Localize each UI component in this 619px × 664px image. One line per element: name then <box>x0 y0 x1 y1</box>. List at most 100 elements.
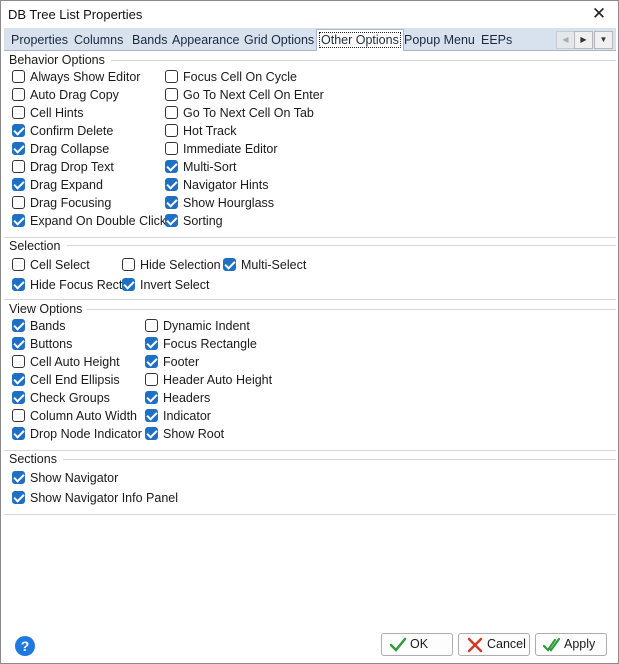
checkbox-auto-drag-copy[interactable]: Auto Drag Copy <box>12 87 119 103</box>
checkbox-unchecked-icon[interactable] <box>122 258 135 271</box>
checkbox-drag-focusing[interactable]: Drag Focusing <box>12 195 111 211</box>
checkbox-checked-icon[interactable] <box>12 373 25 386</box>
checkbox-checked-icon[interactable] <box>165 178 178 191</box>
checkbox-multi-select[interactable]: Multi-Select <box>223 257 306 273</box>
checkbox-checked-icon[interactable] <box>145 391 158 404</box>
checkbox-unchecked-icon[interactable] <box>165 142 178 155</box>
checkbox-unchecked-icon[interactable] <box>12 409 25 422</box>
tab-bands[interactable]: Bands <box>132 31 167 50</box>
checkbox-hide-selection[interactable]: Hide Selection <box>122 257 221 273</box>
checkbox-label: Drag Expand <box>30 178 103 192</box>
cancel-button[interactable]: Cancel <box>458 633 530 656</box>
checkbox-show-hourglass[interactable]: Show Hourglass <box>165 195 274 211</box>
checkbox-dynamic-indent[interactable]: Dynamic Indent <box>145 318 250 334</box>
checkbox-unchecked-icon[interactable] <box>12 70 25 83</box>
checkbox-drag-expand[interactable]: Drag Expand <box>12 177 103 193</box>
checkbox-checked-icon[interactable] <box>12 124 25 137</box>
checkbox-indicator[interactable]: Indicator <box>145 408 211 424</box>
checkbox-go-to-next-cell-on-enter[interactable]: Go To Next Cell On Enter <box>165 87 324 103</box>
checkbox-unchecked-icon[interactable] <box>12 160 25 173</box>
checkbox-always-show-editor[interactable]: Always Show Editor <box>12 69 140 85</box>
checkbox-checked-icon[interactable] <box>12 214 25 227</box>
checkbox-cell-end-ellipsis[interactable]: Cell End Ellipsis <box>12 372 120 388</box>
checkbox-show-navigator-info-panel[interactable]: Show Navigator Info Panel <box>12 490 178 506</box>
tab-eeps[interactable]: EEPs <box>481 31 512 50</box>
checkbox-checked-icon[interactable] <box>145 409 158 422</box>
checkbox-header-auto-height[interactable]: Header Auto Height <box>145 372 272 388</box>
checkbox-unchecked-icon[interactable] <box>145 319 158 332</box>
checkbox-drag-collapse[interactable]: Drag Collapse <box>12 141 109 157</box>
checkbox-sorting[interactable]: Sorting <box>165 213 223 229</box>
checkbox-column-auto-width[interactable]: Column Auto Width <box>12 408 137 424</box>
checkbox-invert-select[interactable]: Invert Select <box>122 277 209 293</box>
checkbox-checked-icon[interactable] <box>165 160 178 173</box>
checkbox-unchecked-icon[interactable] <box>165 106 178 119</box>
apply-button[interactable]: Apply <box>535 633 607 656</box>
checkbox-checked-icon[interactable] <box>145 355 158 368</box>
checkbox-unchecked-icon[interactable] <box>165 88 178 101</box>
checkbox-hot-track[interactable]: Hot Track <box>165 123 237 139</box>
checkbox-drop-node-indicator[interactable]: Drop Node Indicator <box>12 426 142 442</box>
checkbox-checked-icon[interactable] <box>12 178 25 191</box>
checkbox-drag-drop-text[interactable]: Drag Drop Text <box>12 159 114 175</box>
checkbox-checked-icon[interactable] <box>12 142 25 155</box>
checkbox-immediate-editor[interactable]: Immediate Editor <box>165 141 277 157</box>
checkbox-buttons[interactable]: Buttons <box>12 336 72 352</box>
checkbox-checked-icon[interactable] <box>122 278 135 291</box>
checkbox-label: Hot Track <box>183 124 237 138</box>
tab-popup-menu[interactable]: Popup Menu <box>404 31 475 50</box>
checkbox-label: Indicator <box>163 409 211 423</box>
checkbox-multi-sort[interactable]: Multi-Sort <box>165 159 236 175</box>
checkbox-unchecked-icon[interactable] <box>165 70 178 83</box>
close-icon[interactable]: ✕ <box>588 4 610 24</box>
checkbox-checked-icon[interactable] <box>12 491 25 504</box>
tab-grid-options[interactable]: Grid Options <box>244 31 314 50</box>
tab-list-menu-icon[interactable]: ▼ <box>594 31 613 49</box>
checkbox-bands[interactable]: Bands <box>12 318 65 334</box>
checkbox-unchecked-icon[interactable] <box>12 355 25 368</box>
checkbox-checked-icon[interactable] <box>145 337 158 350</box>
checkbox-unchecked-icon[interactable] <box>12 106 25 119</box>
checkbox-checked-icon[interactable] <box>223 258 236 271</box>
ok-button[interactable]: OK <box>381 633 453 656</box>
checkbox-show-root[interactable]: Show Root <box>145 426 224 442</box>
tab-appearance[interactable]: Appearance <box>172 31 239 50</box>
checkbox-unchecked-icon[interactable] <box>165 124 178 137</box>
checkbox-expand-on-double-click[interactable]: Expand On Double Click <box>12 213 166 229</box>
checkbox-unchecked-icon[interactable] <box>12 196 25 209</box>
help-icon[interactable]: ? <box>15 636 35 656</box>
checkbox-headers[interactable]: Headers <box>145 390 210 406</box>
checkbox-label: Show Navigator <box>30 471 119 485</box>
checkbox-cell-hints[interactable]: Cell Hints <box>12 105 84 121</box>
checkbox-checked-icon[interactable] <box>12 337 25 350</box>
checkbox-unchecked-icon[interactable] <box>12 88 25 101</box>
tab-columns[interactable]: Columns <box>74 31 123 50</box>
checkbox-checked-icon[interactable] <box>12 391 25 404</box>
checkbox-confirm-delete[interactable]: Confirm Delete <box>12 123 113 139</box>
checkbox-checked-icon[interactable] <box>12 471 25 484</box>
checkbox-unchecked-icon[interactable] <box>145 373 158 386</box>
checkbox-checked-icon[interactable] <box>165 214 178 227</box>
tab-scroll-right-icon[interactable]: ▶ <box>574 31 593 49</box>
tab-other-options[interactable]: Other Options <box>316 29 404 51</box>
checkbox-navigator-hints[interactable]: Navigator Hints <box>165 177 268 193</box>
checkbox-checked-icon[interactable] <box>12 278 25 291</box>
checkbox-checked-icon[interactable] <box>145 427 158 440</box>
checkbox-focus-cell-on-cycle[interactable]: Focus Cell On Cycle <box>165 69 297 85</box>
checkbox-checked-icon[interactable] <box>165 196 178 209</box>
checkbox-hide-focus-rect[interactable]: Hide Focus Rect <box>12 277 122 293</box>
checkbox-checked-icon[interactable] <box>12 427 25 440</box>
checkbox-go-to-next-cell-on-tab[interactable]: Go To Next Cell On Tab <box>165 105 314 121</box>
checkbox-footer[interactable]: Footer <box>145 354 199 370</box>
checkbox-unchecked-icon[interactable] <box>12 258 25 271</box>
checkbox-focus-rectangle[interactable]: Focus Rectangle <box>145 336 257 352</box>
checkbox-cell-auto-height[interactable]: Cell Auto Height <box>12 354 120 370</box>
checkbox-checked-icon[interactable] <box>12 319 25 332</box>
tab-properties[interactable]: Properties <box>11 31 68 50</box>
check-icon <box>389 637 407 652</box>
tab-scroll-left-icon[interactable]: ◀ <box>556 31 575 49</box>
title-bar: DB Tree List Properties ✕ <box>1 1 618 28</box>
checkbox-show-navigator[interactable]: Show Navigator <box>12 470 118 486</box>
checkbox-cell-select[interactable]: Cell Select <box>12 257 90 273</box>
checkbox-check-groups[interactable]: Check Groups <box>12 390 110 406</box>
